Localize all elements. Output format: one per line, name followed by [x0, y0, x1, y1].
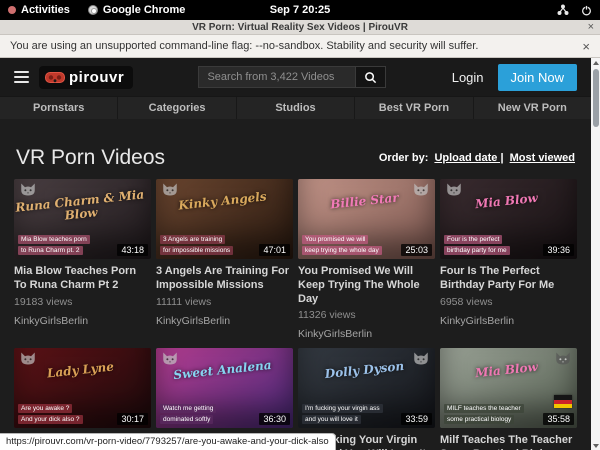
cat-mask-logo-icon: [19, 182, 37, 197]
page-title: VR Porn Videos: [16, 146, 165, 170]
duration-badge: 30:17: [117, 413, 148, 425]
join-now-button[interactable]: Join Now: [498, 64, 577, 91]
cat-mask-logo-icon: [161, 182, 179, 197]
video-title-link[interactable]: Mia Blow Teaches Porn To Runa Charm Pt 2: [14, 265, 151, 293]
chrome-icon: [88, 5, 98, 15]
video-thumbnail[interactable]: Runa Charm & Mia Blow Mia Blow teaches p…: [14, 179, 151, 259]
video-thumbnail[interactable]: Billie Star You promised we willkeep try…: [298, 179, 435, 259]
warning-text: You are using an unsupported command-lin…: [10, 40, 478, 52]
video-thumbnail[interactable]: Lady Lyne Are you awake ?And your dick a…: [14, 348, 151, 428]
video-card: Mia Blow Four is the perfectbirthday par…: [440, 179, 577, 340]
cat-mask-logo-icon: [412, 182, 430, 197]
cat-mask-logo-icon: [161, 351, 179, 366]
app-menu-label: Google Chrome: [103, 4, 186, 16]
video-thumbnail[interactable]: Mia Blow Four is the perfectbirthday par…: [440, 179, 577, 259]
thumb-caption: Four is the perfect: [444, 235, 502, 244]
video-grid: Runa Charm & Mia Blow Mia Blow teaches p…: [0, 179, 591, 450]
video-title-link[interactable]: 3 Angels Are Training For Impossible Mis…: [156, 265, 293, 293]
sandbox-warning-bar: You are using an unsupported command-lin…: [0, 35, 600, 58]
nav-item-categories[interactable]: Categories: [117, 97, 235, 119]
studio-link[interactable]: KinkyGirlsBerlin: [298, 328, 435, 340]
duration-badge: 47:01: [259, 244, 290, 256]
browser-viewport: pirouvr Login Join Now Pornstars Categor…: [0, 58, 600, 450]
scroll-down-icon[interactable]: [591, 441, 600, 450]
status-url-bubble: https://pirouvr.com/vr-porn-video/779325…: [0, 433, 336, 450]
video-thumbnail[interactable]: Sweet Analena Watch me gettingdominated …: [156, 348, 293, 428]
video-card: Mia Blow MILF teaches the teachersome pr…: [440, 348, 577, 450]
video-thumbnail[interactable]: Mia Blow MILF teaches the teachersome pr…: [440, 348, 577, 428]
site-header: pirouvr Login Join Now: [0, 58, 591, 96]
scrollbar-thumb[interactable]: [593, 69, 599, 127]
page-head: VR Porn Videos Order by: Upload date | M…: [0, 119, 591, 179]
tab-title[interactable]: VR Porn: Virtual Reality Sex Videos | Pi…: [192, 22, 408, 33]
video-card: Runa Charm & Mia Blow Mia Blow teaches p…: [14, 179, 151, 340]
search-bar: [198, 66, 386, 88]
order-most-viewed-link[interactable]: Most viewed: [510, 152, 575, 164]
cat-mask-logo-icon: [19, 351, 37, 366]
duration-badge: 33:59: [401, 413, 432, 425]
network-icon[interactable]: [557, 4, 569, 16]
cat-mask-logo-icon: [412, 351, 430, 366]
studio-link[interactable]: KinkyGirlsBerlin: [156, 315, 293, 327]
thumb-caption: Are you awake ?: [18, 404, 72, 413]
page-scrollbar[interactable]: [591, 58, 600, 450]
order-by-label: Order by:: [379, 152, 429, 164]
studio-link[interactable]: KinkyGirlsBerlin: [14, 315, 151, 327]
video-views: 11111 views: [156, 296, 293, 308]
scroll-up-icon[interactable]: [591, 58, 600, 67]
main-nav: Pornstars Categories Studios Best VR Por…: [0, 96, 591, 119]
thumb-caption: Mia Blow teaches porn: [18, 235, 90, 244]
app-menu[interactable]: Google Chrome: [88, 4, 186, 16]
duration-badge: 25:03: [401, 244, 432, 256]
nav-item-studios[interactable]: Studios: [236, 97, 354, 119]
studio-link[interactable]: KinkyGirlsBerlin: [440, 315, 577, 327]
login-link[interactable]: Login: [452, 70, 484, 85]
gnome-top-bar: Activities Google Chrome Sep 7 20:25: [0, 0, 600, 20]
video-thumbnail[interactable]: Kinky Angels 3 Angels are trainingfor im…: [156, 179, 293, 259]
video-views: 19183 views: [14, 296, 151, 308]
browser-tab-bar: VR Porn: Virtual Reality Sex Videos | Pi…: [0, 20, 600, 35]
cat-mask-logo-icon: [554, 351, 572, 366]
duration-badge: 36:30: [259, 413, 290, 425]
nav-item-best-vr-porn[interactable]: Best VR Porn: [354, 97, 472, 119]
search-button[interactable]: [356, 66, 386, 88]
nav-item-new-vr-porn[interactable]: New VR Porn: [473, 97, 591, 119]
cat-mask-logo-icon: [445, 182, 463, 197]
video-title-link[interactable]: You Promised We Will Keep Trying The Who…: [298, 265, 435, 306]
video-title-link[interactable]: Four Is The Perfect Birthday Party For M…: [440, 265, 577, 293]
thumb-caption: Watch me getting: [160, 404, 216, 413]
activities-button[interactable]: Activities: [8, 4, 70, 16]
vr-goggles-icon: [45, 72, 65, 83]
order-upload-date-link[interactable]: Upload date |: [434, 152, 503, 164]
order-by: Order by: Upload date | Most viewed: [379, 152, 575, 164]
thumb-caption: You promised we will: [302, 235, 368, 244]
logo-text: pirouvr: [69, 69, 124, 86]
duration-badge: 35:58: [543, 413, 574, 425]
thumb-caption: I'm fucking your virgin ass: [302, 404, 383, 413]
video-thumbnail[interactable]: Dolly Dyson I'm fucking your virgin assa…: [298, 348, 435, 428]
video-card: Billie Star You promised we willkeep try…: [298, 179, 435, 340]
activities-label: Activities: [21, 4, 70, 16]
clock[interactable]: Sep 7 20:25: [270, 4, 331, 16]
activities-dot-icon: [8, 6, 16, 14]
search-input[interactable]: [198, 66, 356, 88]
nav-item-pornstars[interactable]: Pornstars: [0, 97, 117, 119]
video-card: Kinky Angels 3 Angels are trainingfor im…: [156, 179, 293, 340]
video-views: 6958 views: [440, 296, 577, 308]
video-title-link[interactable]: Milf Teaches The Teacher Some Practical …: [440, 434, 577, 450]
menu-hamburger-icon[interactable]: [14, 71, 29, 83]
duration-badge: 43:18: [117, 244, 148, 256]
german-flag-icon: [554, 395, 572, 408]
video-views: 11326 views: [298, 309, 435, 321]
power-icon[interactable]: [581, 5, 592, 16]
thumb-caption: 3 Angels are training: [160, 235, 225, 244]
duration-badge: 39:36: [543, 244, 574, 256]
site-logo[interactable]: pirouvr: [39, 66, 133, 89]
thumb-caption: MILF teaches the teacher: [444, 404, 524, 413]
warning-close-icon[interactable]: ×: [582, 40, 590, 53]
search-icon: [364, 71, 377, 84]
tab-close-icon[interactable]: ×: [588, 22, 594, 33]
